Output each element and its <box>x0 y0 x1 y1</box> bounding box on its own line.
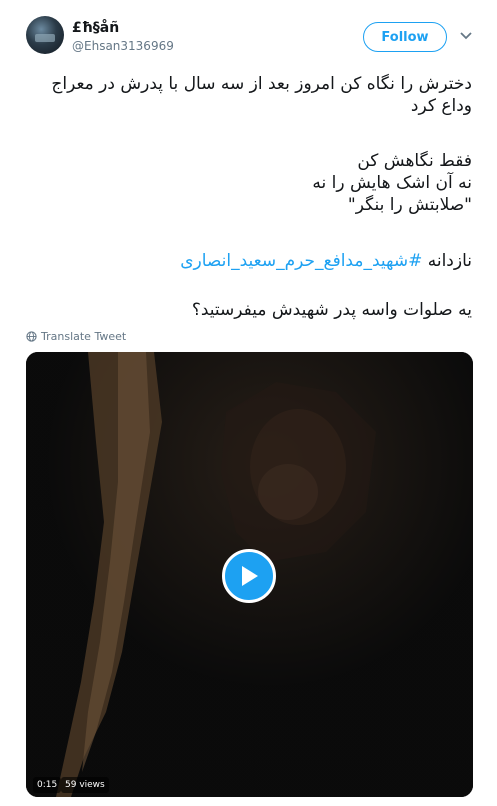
tweet-line: دخترش را نگاه کن امروز بعد از سه سال با … <box>51 74 472 94</box>
tweet-line: نه آن اشک هایش را نه <box>312 173 472 193</box>
play-button[interactable] <box>222 549 276 603</box>
tweet-text-prefix: نازدانه <box>422 251 472 271</box>
follow-button[interactable]: Follow <box>363 22 447 52</box>
tweet-text-block-3: نازدانه #شهید_مدافع_حرم_سعید_انصاری <box>25 250 472 272</box>
user-display-name[interactable]: £ħ§åñ <box>72 20 119 36</box>
tweet-line: یه صلوات واسه پدر شهیدش میفرستید؟ <box>191 300 472 320</box>
hashtag-link[interactable]: #شهید_مدافع_حرم_سعید_انصاری <box>180 251 422 271</box>
tweet-line: نازدانه #شهید_مدافع_حرم_سعید_انصاری <box>25 250 472 272</box>
avatar[interactable] <box>26 16 64 54</box>
video-duration-badge: 0:15 <box>33 777 62 793</box>
tweet-text-block-1: دخترش را نگاه کن امروز بعد از سه سال با … <box>25 73 472 117</box>
chevron-down-icon[interactable] <box>459 31 473 41</box>
tweet-line: وداع کرد <box>410 96 472 116</box>
play-icon <box>242 566 258 586</box>
video-views-badge: 59 views <box>61 777 109 793</box>
globe-icon <box>26 331 37 342</box>
tweet-text-block-4: یه صلوات واسه پدر شهیدش میفرستید؟ <box>25 299 472 321</box>
tweet-text-block-2: فقط نگاهش کن نه آن اشک هایش را نه "صلابت… <box>25 150 472 216</box>
translate-tweet-link[interactable]: Translate Tweet <box>26 330 126 343</box>
translate-label: Translate Tweet <box>41 330 127 343</box>
tweet-line: فقط نگاهش کن <box>357 151 472 171</box>
tweet-line: "صلابتش را بنگر" <box>347 195 472 215</box>
user-handle[interactable]: @Ehsan3136969 <box>72 39 174 53</box>
